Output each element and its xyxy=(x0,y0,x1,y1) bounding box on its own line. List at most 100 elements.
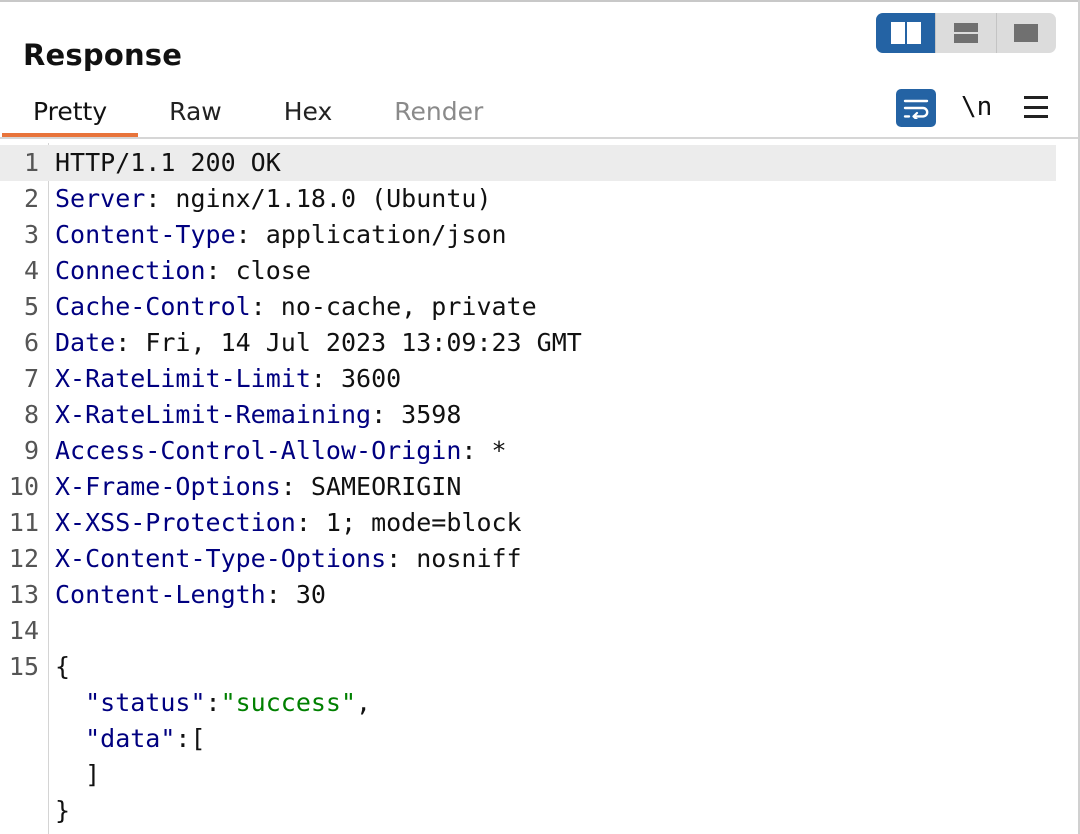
code-segment: : 3598 xyxy=(371,400,462,429)
tabs-divider xyxy=(0,137,1078,139)
header-key: Access-Control-Allow-Origin xyxy=(55,436,462,465)
code-segment: : 1; mode=block xyxy=(295,508,522,537)
line-number: 8 xyxy=(23,400,39,429)
code-text: X-RateLimit-Limit: 3600 xyxy=(55,361,401,397)
code-line: 10 X-Frame-Options: SAMEORIGIN xyxy=(0,469,1056,505)
code-text: Cache-Control: no-cache, private xyxy=(55,289,537,325)
code-segment: , xyxy=(356,688,372,717)
code-line: 4 Connection: close xyxy=(0,253,1056,289)
line-number: 7 xyxy=(23,364,39,393)
tab-render[interactable]: Render xyxy=(363,88,514,136)
code-line: 9 Access-Control-Allow-Origin: * xyxy=(0,433,1056,469)
code-line: 13 Content-Length: 30 xyxy=(0,577,1056,613)
header-key: X-RateLimit-Remaining xyxy=(55,400,372,429)
code-segment: : nginx/1.18.0 (Ubuntu) xyxy=(145,184,492,213)
code-line: "data":[ xyxy=(0,721,1056,757)
code-line: 12 X-Content-Type-Options: nosniff xyxy=(0,541,1056,577)
code-segment: HTTP/1.1 200 OK xyxy=(55,148,281,177)
code-text: ] xyxy=(55,757,100,793)
code-text: Connection: close xyxy=(55,253,311,289)
code-segment: { xyxy=(55,652,71,681)
code-text: "data":[ xyxy=(55,721,206,757)
code-text: X-RateLimit-Remaining: 3598 xyxy=(55,397,461,433)
code-segment: ] xyxy=(55,760,101,789)
code-text: { xyxy=(55,649,70,685)
code-line: "status":"success", xyxy=(0,685,1056,721)
code-line: 1 HTTP/1.1 200 OK xyxy=(0,145,1056,181)
header-key: Server xyxy=(55,184,146,213)
code-text: Server: nginx/1.18.0 (Ubuntu) xyxy=(55,181,492,217)
code-line: ] xyxy=(0,757,1056,793)
line-number: 14 xyxy=(8,616,39,645)
line-number: 4 xyxy=(23,256,39,285)
code-line: 2 Server: nginx/1.18.0 (Ubuntu) xyxy=(0,181,1056,217)
line-number: 10 xyxy=(8,472,39,501)
code-line: 14 xyxy=(0,613,1056,649)
line-number: 13 xyxy=(8,580,39,609)
columns-icon xyxy=(890,22,921,44)
tab-raw[interactable]: Raw xyxy=(138,88,253,136)
code-segment: : nosniff xyxy=(386,544,522,573)
hamburger-menu-icon[interactable] xyxy=(1024,96,1048,118)
json-string-value: "success" xyxy=(220,688,357,717)
header-key: X-XSS-Protection xyxy=(55,508,296,537)
line-number: 12 xyxy=(8,544,39,573)
code-line: 7 X-RateLimit-Limit: 3600 xyxy=(0,361,1056,397)
code-segment: } xyxy=(55,796,71,825)
code-segment: : Fri, 14 Jul 2023 13:09:23 GMT xyxy=(115,328,582,357)
code-text: Access-Control-Allow-Origin: * xyxy=(55,433,507,469)
code-segment: : * xyxy=(461,436,507,465)
code-segment: : 30 xyxy=(265,580,326,609)
layout-side-by-side-button[interactable] xyxy=(876,13,936,53)
code-line: } xyxy=(0,793,1056,829)
code-line: 6 Date: Fri, 14 Jul 2023 13:09:23 GMT xyxy=(0,325,1056,361)
header-key: X-Content-Type-Options xyxy=(55,544,387,573)
header-key: X-Frame-Options xyxy=(55,472,281,501)
panel-top-border xyxy=(0,0,1080,2)
code-line: 5 Cache-Control: no-cache, private xyxy=(0,289,1056,325)
code-segment: : close xyxy=(205,256,311,285)
line-number: 5 xyxy=(23,292,39,321)
code-text: X-Content-Type-Options: nosniff xyxy=(55,541,522,577)
single-pane-icon xyxy=(1014,24,1039,42)
line-number: 2 xyxy=(23,184,39,213)
tab-pretty[interactable]: Pretty xyxy=(2,88,139,137)
header-key: "status" xyxy=(55,688,206,717)
code-text: X-XSS-Protection: 1; mode=block xyxy=(55,505,522,541)
code-text: X-Frame-Options: SAMEORIGIN xyxy=(55,469,461,505)
panel-title: Response xyxy=(23,38,183,72)
header-key: Connection xyxy=(55,256,206,285)
header-key: "data" xyxy=(55,724,176,753)
code-segment: : 3600 xyxy=(310,364,402,393)
wrap-icon xyxy=(903,99,929,119)
layout-toggle-group xyxy=(876,13,1056,53)
tab-hex[interactable]: Hex xyxy=(253,88,364,136)
layout-single-button[interactable] xyxy=(995,13,1056,53)
code-segment: :[ xyxy=(175,724,206,753)
line-number: 9 xyxy=(23,436,39,465)
code-text: "status":"success", xyxy=(55,685,371,721)
code-line: 3 Content-Type: application/json xyxy=(0,217,1056,253)
code-segment: : no-cache, private xyxy=(250,292,537,321)
rows-icon xyxy=(953,23,978,43)
show-newlines-button[interactable]: \n xyxy=(961,88,992,126)
line-number: 1 xyxy=(23,148,39,177)
layout-stacked-button[interactable] xyxy=(935,13,995,53)
header-key: Content-Type xyxy=(55,220,236,249)
code-line: 11 X-XSS-Protection: 1; mode=block xyxy=(0,505,1056,541)
header-key: X-RateLimit-Limit xyxy=(55,364,311,393)
line-number: 11 xyxy=(8,508,39,537)
word-wrap-button[interactable] xyxy=(896,89,936,127)
code-segment: : SAMEORIGIN xyxy=(280,472,462,501)
code-text: Date: Fri, 14 Jul 2023 13:09:23 GMT xyxy=(55,325,582,361)
code-text: } xyxy=(55,793,70,829)
code-line: 15 { xyxy=(0,649,1056,685)
header-key: Date xyxy=(55,328,116,357)
code-text: Content-Type: application/json xyxy=(55,217,507,253)
code-text: HTTP/1.1 200 OK xyxy=(55,145,281,181)
view-tabs: Pretty Raw Hex Render xyxy=(2,88,514,137)
response-editor[interactable]: 1 HTTP/1.1 200 OK 2 Server: nginx/1.18.0 (U… xyxy=(0,143,1078,834)
header-key: Content-Length xyxy=(55,580,266,609)
line-number: 6 xyxy=(23,328,39,357)
line-number: 3 xyxy=(23,220,39,249)
